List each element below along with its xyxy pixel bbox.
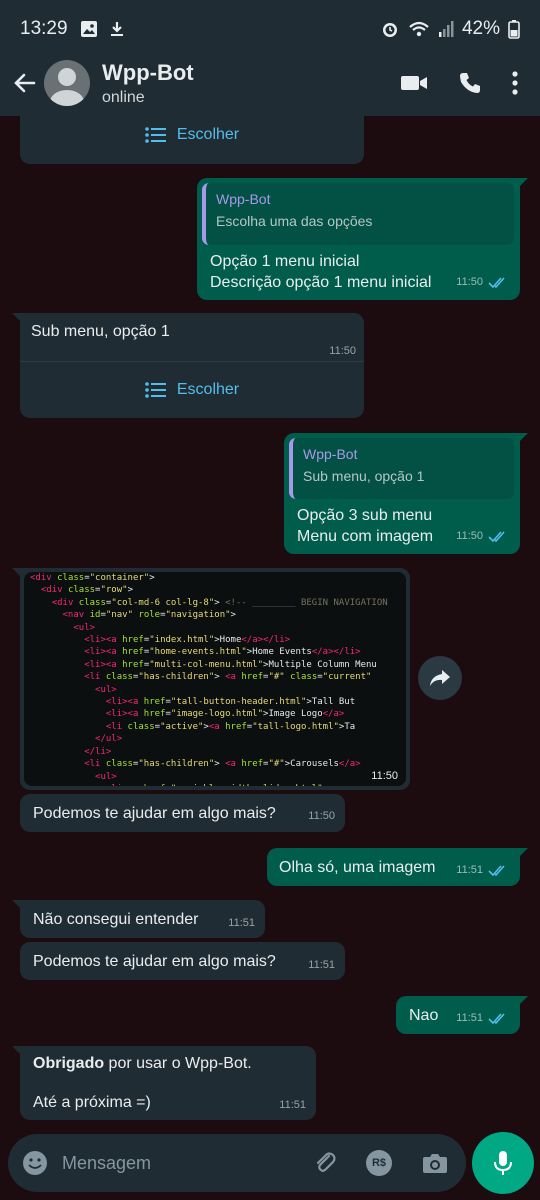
quoted-author: Wpp-Bot — [216, 191, 271, 207]
message-time: 11:50 — [371, 770, 398, 782]
read-ticks-icon — [488, 1013, 505, 1024]
message-input[interactable]: Mensagem R$ — [8, 1134, 466, 1192]
message-text: Não consegui entender — [33, 911, 199, 928]
code-screenshot-image[interactable]: <div class="container"> <div class="row"… — [24, 572, 406, 786]
message-placeholder: Mensagem — [62, 1152, 152, 1173]
battery-percent: 42% — [461, 18, 500, 39]
read-ticks-icon — [488, 277, 505, 288]
forward-icon — [430, 670, 450, 686]
microphone-icon — [494, 1151, 512, 1175]
camera-icon[interactable] — [422, 1151, 448, 1175]
message-in-7[interactable]: Não consegui entender 11:51 — [12, 900, 265, 938]
quoted-text: Sub menu, opção 1 — [303, 468, 425, 485]
chat-header: Wpp-Bot online — [0, 50, 540, 116]
image-message[interactable]: <div class="container"> <div class="row"… — [12, 568, 410, 790]
message-out-1[interactable]: Wpp-Bot Escolha uma das opções Opção 1 m… — [197, 178, 528, 300]
emoji-icon[interactable] — [22, 1150, 48, 1176]
wifi-icon — [409, 21, 429, 37]
signal-icon — [438, 21, 454, 37]
message-time: 11:50 — [456, 530, 483, 543]
message-text: Obrigado por usar o Wpp-Bot. — [33, 1053, 252, 1074]
message-text: Opção 1 menu inicial — [210, 253, 360, 270]
quoted-author: Wpp-Bot — [303, 446, 358, 462]
message-text: Opção 3 sub menu — [297, 507, 433, 524]
default-avatar-icon — [50, 68, 84, 106]
message-out-6[interactable]: Olha só, uma imagem 11:51 — [267, 848, 528, 886]
choose-button[interactable]: Escolher — [20, 116, 364, 164]
forward-button[interactable] — [418, 656, 462, 700]
composer: Mensagem R$ — [0, 1130, 540, 1200]
message-text: Nao — [409, 1007, 439, 1024]
message-text: Podemos te ajudar em algo mais? — [33, 953, 276, 970]
payment-icon-label: R$ — [371, 1157, 387, 1169]
message-text: Podemos te ajudar em algo mais? — [33, 805, 276, 822]
gallery-icon — [80, 21, 97, 37]
alarm-icon — [382, 23, 397, 37]
chat-title: Wpp-Bot — [102, 59, 194, 85]
chat-status: online — [102, 88, 145, 106]
more-options-icon[interactable] — [512, 71, 518, 95]
message-in-10[interactable]: Obrigado por usar o Wpp-Bot. Até a próxi… — [12, 1046, 316, 1120]
message-time: 11:51 — [279, 1099, 306, 1112]
message-time: 11:50 — [329, 345, 356, 357]
message-time: 11:51 — [456, 1012, 483, 1025]
list-icon — [145, 382, 166, 398]
message-in-2[interactable]: Sub menu, opção 1 11:50 Escolher — [12, 313, 364, 418]
message-time: 11:51 — [456, 864, 483, 877]
message-time: 11:50 — [308, 810, 335, 823]
read-ticks-icon — [488, 865, 505, 876]
quoted-message[interactable]: Wpp-Bot Sub menu, opção 1 — [289, 438, 514, 499]
message-text: Sub menu, opção 1 — [31, 323, 170, 340]
quoted-text: Escolha uma das opções — [216, 213, 373, 230]
mic-button[interactable] — [472, 1132, 534, 1194]
payment-icon[interactable]: R$ — [366, 1150, 392, 1176]
list-message-bubble: Escolher — [20, 116, 364, 164]
message-text: Olha só, uma imagem — [279, 859, 436, 876]
choose-label: Escolher — [176, 381, 240, 399]
message-text: Descrição opção 1 menu inicial — [210, 274, 432, 292]
message-text: Menu com imagem — [297, 528, 434, 546]
message-time: 11:50 — [456, 276, 483, 289]
choose-label: Escolher — [176, 126, 240, 144]
message-rest: por usar o Wpp-Bot. — [104, 1055, 252, 1072]
chat-area[interactable]: Escolher Wpp-Bot Escolha uma das opções … — [0, 116, 540, 1130]
message-time: 11:51 — [228, 917, 255, 930]
list-icon — [145, 127, 166, 143]
message-time: 11:51 — [308, 959, 335, 972]
voice-call-icon[interactable] — [458, 71, 482, 95]
quoted-message[interactable]: Wpp-Bot Escolha uma das opções — [202, 183, 514, 245]
status-time: 13:29 — [20, 18, 68, 39]
message-out-3[interactable]: Wpp-Bot Sub menu, opção 1 Opção 3 sub me… — [284, 433, 528, 554]
avatar[interactable] — [44, 60, 90, 106]
battery-icon — [508, 20, 520, 39]
arrow-left-icon — [14, 73, 36, 93]
read-ticks-icon — [488, 531, 505, 542]
message-bold: Obrigado — [33, 1055, 105, 1072]
download-icon — [110, 22, 123, 36]
message-out-9[interactable]: Nao 11:51 — [396, 996, 528, 1034]
choose-button[interactable]: Escolher — [20, 361, 364, 418]
video-call-icon[interactable] — [400, 73, 428, 93]
message-text: Até a próxima =) — [33, 1094, 151, 1112]
message-in-5[interactable]: Podemos te ajudar em algo mais? 11:50 — [20, 794, 345, 832]
chat-title-block[interactable]: Wpp-Bot online — [102, 60, 194, 107]
back-button[interactable] — [6, 64, 44, 102]
attach-icon[interactable] — [312, 1150, 338, 1176]
message-in-8[interactable]: Podemos te ajudar em algo mais? 11:51 — [20, 942, 345, 980]
